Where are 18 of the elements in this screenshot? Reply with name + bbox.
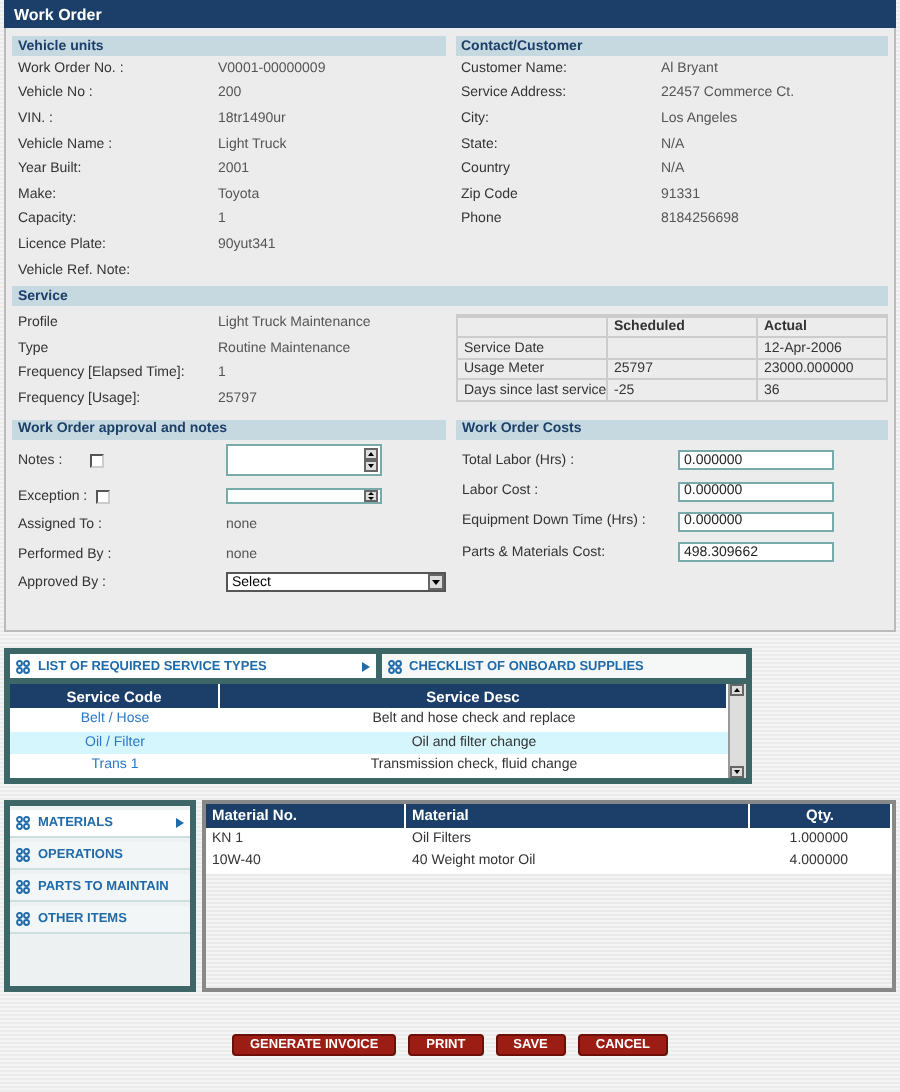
checkbox[interactable] [90, 453, 105, 468]
grid-icon [16, 879, 30, 893]
grid-icon [16, 815, 30, 829]
scroll-arrows-icon[interactable] [364, 448, 378, 473]
exception-field[interactable] [226, 488, 382, 505]
grid-icon [16, 659, 30, 673]
scroll-down-icon[interactable] [730, 765, 744, 777]
window-title: Work Order [4, 0, 896, 28]
checkbox[interactable] [95, 489, 110, 504]
scrollbar[interactable] [728, 684, 746, 777]
arrow-icon [176, 817, 184, 827]
grid-icon [16, 847, 30, 861]
arrow-icon [361, 661, 369, 671]
grid-icon [16, 911, 30, 925]
notes-field[interactable] [226, 444, 382, 477]
dropdown-icon [428, 574, 444, 591]
grid-icon [387, 659, 401, 673]
scroll-arrows-icon[interactable] [364, 490, 378, 503]
